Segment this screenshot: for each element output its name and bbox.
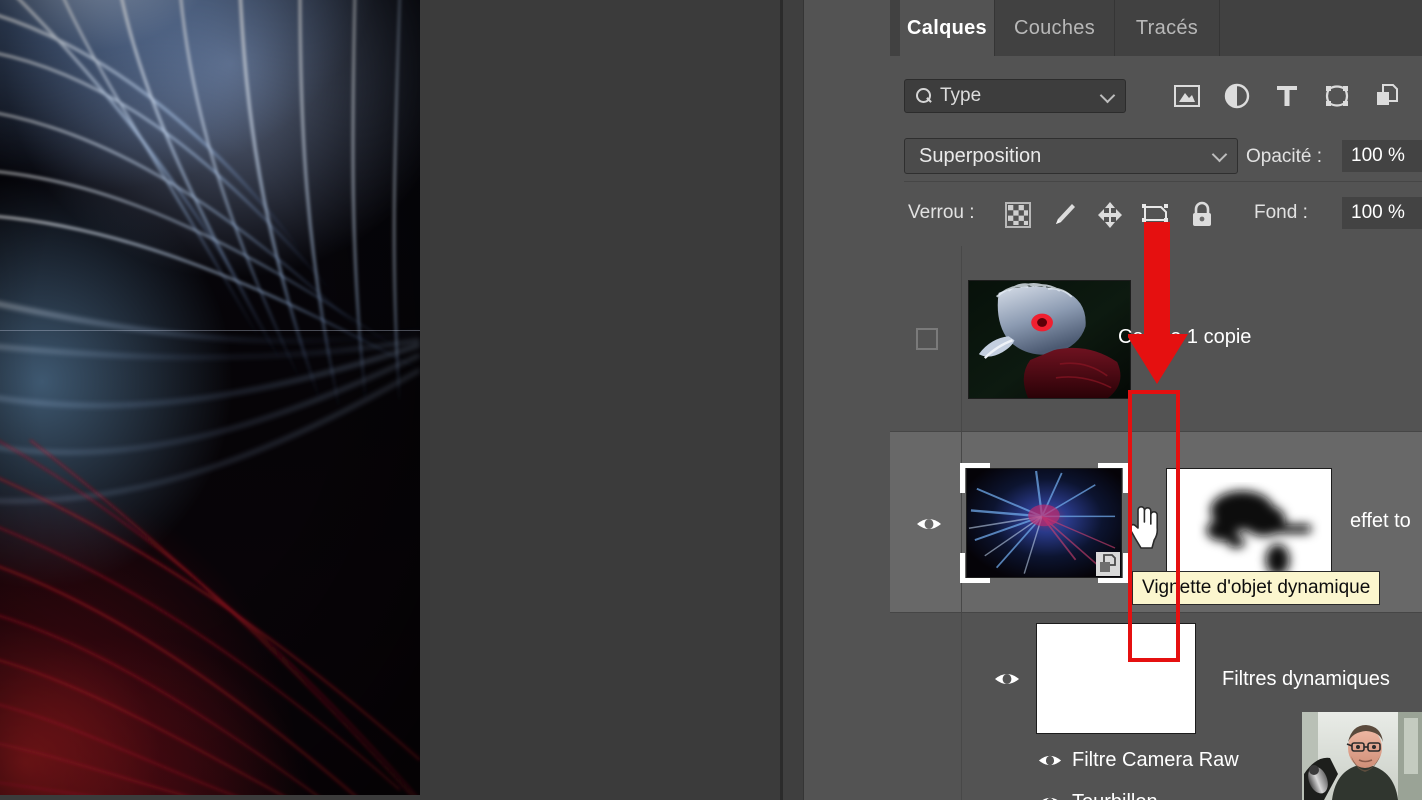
canvas-horizon-line xyxy=(0,330,420,331)
smart-filter-visibility-toggle-tourbillon[interactable] xyxy=(1038,794,1062,800)
fill-label: Fond : xyxy=(1254,202,1308,223)
layer-filter-type-icons xyxy=(1162,78,1412,114)
tab-calques-label: Calques xyxy=(907,16,987,39)
lock-position-icon[interactable] xyxy=(1087,195,1133,235)
document-canvas[interactable] xyxy=(0,0,420,795)
fill-value: 100 % xyxy=(1351,202,1405,223)
layer-filter-label: Type xyxy=(940,85,982,106)
shape-layer-filter-icon[interactable] xyxy=(1312,78,1362,114)
layer-visibility-column xyxy=(890,432,962,613)
smart-filters-visibility-toggle[interactable] xyxy=(994,670,1019,686)
smart-object-thumbnail[interactable] xyxy=(966,468,1122,578)
smart-object-filter-icon[interactable] xyxy=(1362,78,1412,114)
adjustment-layer-filter-icon[interactable] xyxy=(1212,78,1262,114)
webcam-overlay xyxy=(1302,712,1422,800)
pixel-layer-filter-icon[interactable] xyxy=(1162,78,1212,114)
red-highlight-rectangle-annotation xyxy=(1128,390,1180,662)
lock-label: Verrou : xyxy=(908,202,975,223)
lock-transparency-icon[interactable] xyxy=(995,195,1041,235)
search-icon xyxy=(915,87,933,105)
photoshop-window: Calques Couches Tracés Type Superpositio… xyxy=(0,0,1422,800)
layer-thumbnail[interactable] xyxy=(968,280,1131,399)
chevron-down-icon[interactable] xyxy=(1211,146,1228,163)
smart-object-badge xyxy=(1096,552,1120,576)
canvas-vertical-scrollbar[interactable] xyxy=(783,0,803,800)
layer-mask-image xyxy=(1167,469,1331,577)
layer-name-label: effet to xyxy=(1350,510,1411,532)
smart-filters-visibility-column xyxy=(890,613,1019,800)
blend-mode-label: Superposition xyxy=(919,144,1042,167)
chevron-down-icon[interactable] xyxy=(1099,87,1116,104)
canvas-vignette xyxy=(0,0,420,795)
opacity-input[interactable]: 100 % xyxy=(1342,140,1422,172)
panel-dock-gap xyxy=(803,0,890,800)
smart-filters-title: Filtres dynamiques xyxy=(1222,668,1390,690)
opacity-value: 100 % xyxy=(1351,145,1405,166)
layer-mask-thumbnail[interactable] xyxy=(1166,468,1332,578)
tab-couches[interactable]: Couches xyxy=(995,0,1115,56)
lock-image-pixels-icon[interactable] xyxy=(1041,195,1087,235)
layer-visibility-toggle[interactable] xyxy=(916,328,938,350)
layer-filter-select[interactable]: Type xyxy=(904,79,1126,113)
blend-mode-select[interactable]: Superposition xyxy=(904,138,1238,174)
layer-filter-row: Type xyxy=(890,56,1422,182)
blend-mode-row: Superposition Opacité : 100 % xyxy=(890,132,1422,184)
panel-tab-bar-filler xyxy=(1220,0,1422,56)
tab-calques[interactable]: Calques xyxy=(900,0,995,56)
smart-filter-visibility-toggle-camera-raw[interactable] xyxy=(1038,752,1062,768)
tab-traces[interactable]: Tracés xyxy=(1115,0,1220,56)
red-down-arrow-annotation xyxy=(1126,222,1220,390)
layer-visibility-column xyxy=(890,246,962,432)
smart-filter-name-tourbillon[interactable]: Tourbillon xyxy=(1072,791,1158,800)
smart-filter-name-camera-raw[interactable]: Filtre Camera Raw xyxy=(1072,749,1239,772)
panel-tab-bar: Calques Couches Tracés xyxy=(890,0,1422,56)
tab-couches-label: Couches xyxy=(1013,16,1096,39)
type-layer-filter-icon[interactable] xyxy=(1262,78,1312,114)
layer-visibility-toggle[interactable] xyxy=(916,515,941,531)
fill-input[interactable]: 100 % xyxy=(1342,197,1422,229)
opacity-label: Opacité : xyxy=(1246,146,1323,167)
tab-traces-label: Tracés xyxy=(1135,16,1199,39)
bird-photo-thumbnail xyxy=(969,281,1130,398)
